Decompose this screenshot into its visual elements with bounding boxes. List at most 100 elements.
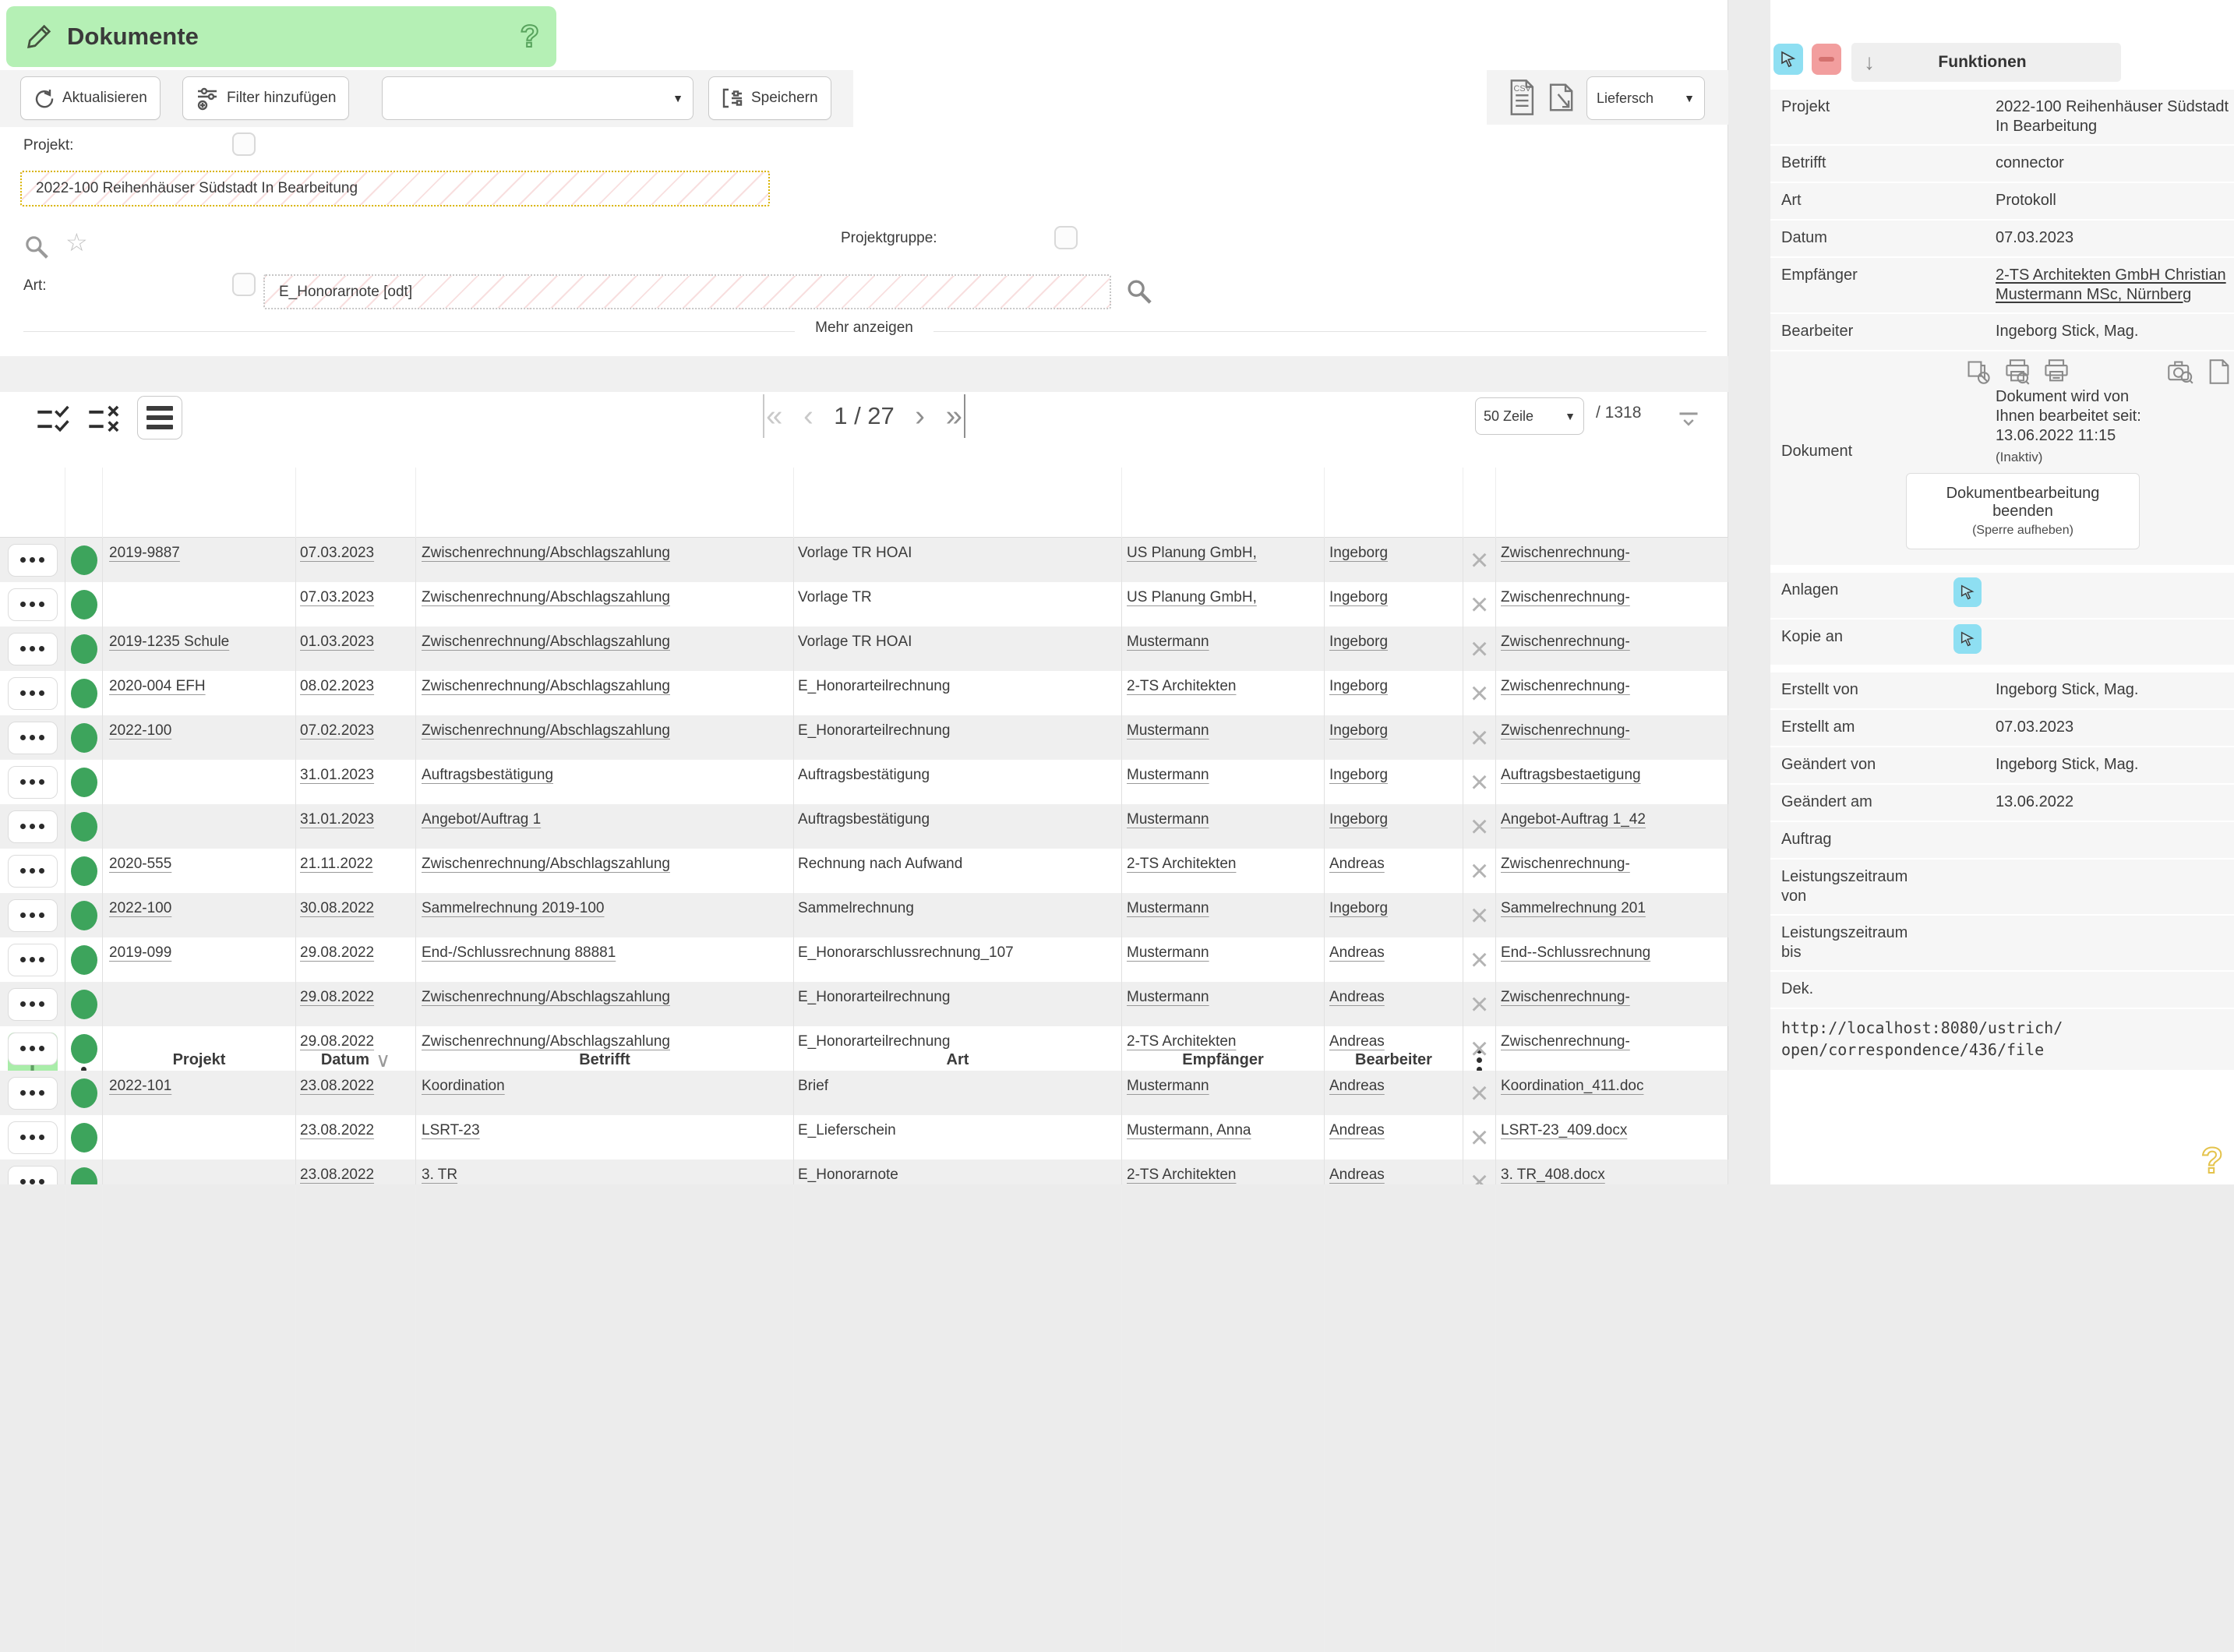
cell-datum[interactable]: 21.11.2022	[296, 849, 416, 893]
export-type-select[interactable]: Liefersch ▼	[1586, 76, 1705, 120]
cell-dokument[interactable]: 3. TR_408.docx	[1496, 1160, 1728, 1184]
cell-empfaenger[interactable]: US Planung GmbH,	[1122, 538, 1325, 582]
cell-betrifft[interactable]: LSRT-23	[416, 1115, 794, 1160]
cell-art[interactable]: E_Honorarschlussrechnung_107	[794, 937, 1122, 982]
star-icon[interactable]: ☆	[65, 228, 88, 257]
cell-art[interactable]: Auftragsbestätigung	[794, 804, 1122, 849]
cell-datum[interactable]: 07.03.2023	[296, 582, 416, 627]
art-filter-input[interactable]: E_Honorarnote [odt]	[263, 274, 1111, 309]
cell-dokument[interactable]: Zwischenrechnung-	[1496, 1026, 1728, 1071]
clear-icon[interactable]: ×	[1470, 634, 1488, 665]
table-row[interactable]: 2020-004 EFH 08.02.2023 Zwischenrechnung…	[0, 671, 1728, 715]
cell-empfaenger[interactable]: US Planung GmbH,	[1122, 582, 1325, 627]
cell-art[interactable]: Brief	[794, 1071, 1122, 1115]
cell-bearbeiter[interactable]: Andreas	[1325, 1115, 1463, 1160]
cell-bearbeiter[interactable]: Ingeborg	[1325, 804, 1463, 849]
cell-betrifft[interactable]: Zwischenrechnung/Abschlagszahlung	[416, 671, 794, 715]
cell-empfaenger[interactable]: 2-TS Architekten	[1122, 849, 1325, 893]
export-csv-icon[interactable]: CSV	[1506, 79, 1536, 115]
cell-betrifft[interactable]: Zwischenrechnung/Abschlagszahlung	[416, 982, 794, 1026]
row-menu-button[interactable]	[8, 1077, 58, 1110]
cell-dokument[interactable]: Koordination_411.doc	[1496, 1071, 1728, 1115]
cell-datum[interactable]: 30.08.2022	[296, 893, 416, 937]
cell-datum[interactable]: 29.08.2022	[296, 982, 416, 1026]
cell-empfaenger[interactable]: Mustermann	[1122, 893, 1325, 937]
export-pdf-icon[interactable]	[1548, 79, 1577, 115]
cell-art[interactable]: Rechnung nach Aufwand	[794, 849, 1122, 893]
cell-empfaenger[interactable]: Mustermann	[1122, 715, 1325, 760]
cell-projekt[interactable]: 2022-101	[103, 1071, 296, 1115]
cell-betrifft[interactable]: Zwischenrechnung/Abschlagszahlung	[416, 1026, 794, 1071]
cell-empfaenger[interactable]: Mustermann, Anna	[1122, 1115, 1325, 1160]
cell-projekt[interactable]: 2019-9887	[103, 538, 296, 582]
last-page-icon[interactable]: »	[946, 394, 965, 438]
cell-projekt[interactable]: 2022-100	[103, 715, 296, 760]
add-filter-button[interactable]: Filter hinzufügen	[182, 76, 349, 120]
clear-icon[interactable]: ×	[1470, 1078, 1488, 1109]
page-size-select[interactable]: 50 Zeile ▼	[1475, 397, 1584, 435]
cell-dokument[interactable]: Zwischenrechnung-	[1496, 982, 1728, 1026]
cell-dokument[interactable]: Angebot-Auftrag 1_42	[1496, 804, 1728, 849]
cell-bearbeiter[interactable]: Ingeborg	[1325, 627, 1463, 671]
cell-art[interactable]: E_Honorarteilrechnung	[794, 1026, 1122, 1071]
show-more-link[interactable]: Mehr anzeigen	[795, 319, 933, 336]
search-icon[interactable]	[1125, 277, 1153, 305]
projekt-filter-input[interactable]: 2022-100 Reihenhäuser Südstadt In Bearbe…	[20, 171, 770, 206]
table-row[interactable]: 2022-100 30.08.2022 Sammelrechnung 2019-…	[0, 893, 1728, 937]
cell-bearbeiter[interactable]: Ingeborg	[1325, 893, 1463, 937]
cell-datum[interactable]: 23.08.2022	[296, 1115, 416, 1160]
document-url[interactable]: http://localhost:8080/ustrich/open/corre…	[1781, 1017, 2070, 1061]
cell-projekt[interactable]: 2019-099	[103, 937, 296, 982]
cell-bearbeiter[interactable]: Andreas	[1325, 1160, 1463, 1184]
cell-dokument[interactable]: End--Schlussrechnung	[1496, 937, 1728, 982]
cell-datum[interactable]: 31.01.2023	[296, 760, 416, 804]
row-menu-button[interactable]	[8, 855, 58, 888]
cell-empfaenger[interactable]: Mustermann	[1122, 804, 1325, 849]
prev-page-icon[interactable]: ‹	[803, 394, 813, 438]
cell-empfaenger[interactable]: 2-TS Architekten	[1122, 671, 1325, 715]
remove-button[interactable]	[1812, 44, 1841, 75]
cell-art[interactable]: Sammelrechnung	[794, 893, 1122, 937]
row-menu-button[interactable]	[8, 1032, 58, 1065]
cell-empfaenger[interactable]: Mustermann	[1122, 1071, 1325, 1115]
cell-datum[interactable]: 07.03.2023	[296, 538, 416, 582]
cell-betrifft[interactable]: End-/Schlussrechnung 88881	[416, 937, 794, 982]
empfaenger-link[interactable]: 2-TS Architekten GmbH Christian Musterma…	[1996, 267, 2226, 303]
row-menu-button[interactable]	[8, 722, 58, 754]
cell-dokument[interactable]: Zwischenrechnung-	[1496, 538, 1728, 582]
first-page-icon[interactable]: «	[763, 394, 782, 438]
art-filter-checkbox[interactable]	[232, 273, 256, 296]
table-row[interactable]: 2022-101 23.08.2022 Koordination Brief M…	[0, 1071, 1728, 1115]
row-menu-button[interactable]	[8, 899, 58, 932]
print-icon[interactable]	[2043, 358, 2070, 385]
clear-icon[interactable]: ×	[1470, 678, 1488, 709]
cell-bearbeiter[interactable]: Ingeborg	[1325, 538, 1463, 582]
cell-dokument[interactable]: LSRT-23_409.docx	[1496, 1115, 1728, 1160]
saved-filter-select[interactable]: ▼	[382, 76, 693, 120]
cell-projekt[interactable]: 2022-100	[103, 893, 296, 937]
row-menu-button[interactable]	[8, 944, 58, 976]
refresh-button[interactable]: Aktualisieren	[20, 76, 161, 120]
cell-betrifft[interactable]: Zwischenrechnung/Abschlagszahlung	[416, 627, 794, 671]
cell-datum[interactable]: 07.02.2023	[296, 715, 416, 760]
projektgruppe-filter-checkbox[interactable]	[1054, 226, 1078, 249]
cell-art[interactable]: E_Honorarteilrechnung	[794, 671, 1122, 715]
end-editing-button[interactable]: Dokumentbearbeitung beenden (Sperre aufh…	[1906, 473, 2140, 549]
table-row[interactable]: 23.08.2022 LSRT-23 E_Lieferschein Muster…	[0, 1115, 1728, 1160]
cell-datum[interactable]: 31.01.2023	[296, 804, 416, 849]
clear-icon[interactable]: ×	[1470, 1167, 1488, 1185]
clear-icon[interactable]: ×	[1470, 722, 1488, 754]
cell-datum[interactable]: 08.02.2023	[296, 671, 416, 715]
cell-bearbeiter[interactable]: Andreas	[1325, 937, 1463, 982]
cell-art[interactable]: E_Honorarteilrechnung	[794, 715, 1122, 760]
clear-icon[interactable]: ×	[1470, 811, 1488, 842]
cell-datum[interactable]: 29.08.2022	[296, 937, 416, 982]
table-row[interactable]: 29.08.2022 Zwischenrechnung/Abschlagszah…	[0, 982, 1728, 1026]
cell-betrifft[interactable]: Angebot/Auftrag 1	[416, 804, 794, 849]
clear-icon[interactable]: ×	[1470, 589, 1488, 620]
row-menu-button[interactable]	[8, 677, 58, 710]
cell-projekt[interactable]	[103, 582, 296, 627]
projekt-filter-checkbox[interactable]	[232, 132, 256, 156]
print-preview-icon[interactable]	[2004, 358, 2031, 385]
funktionen-header[interactable]: ↓ Funktionen	[1851, 43, 2121, 82]
